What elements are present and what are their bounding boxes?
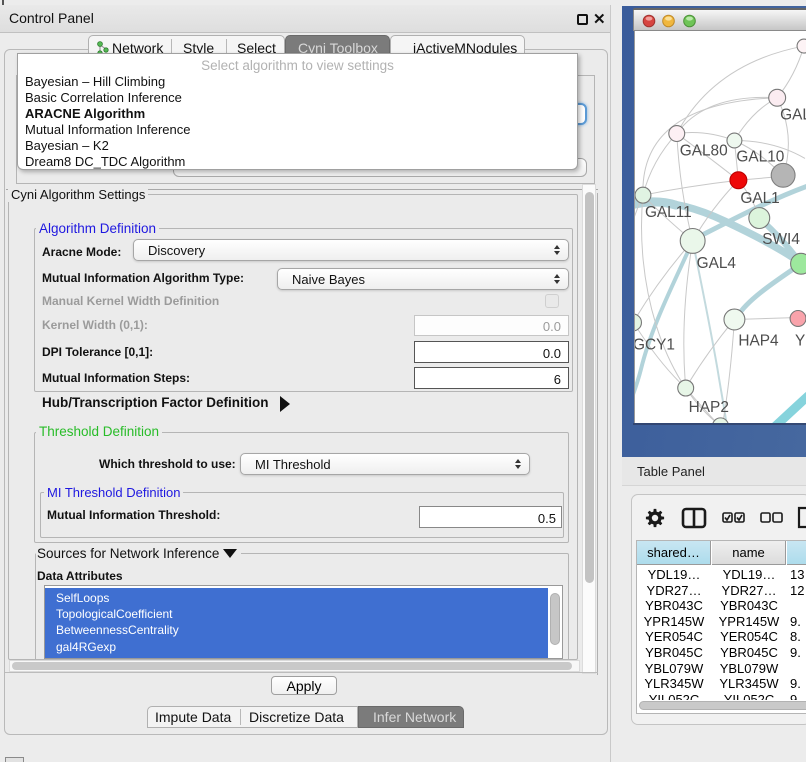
svg-text:Y: Y [795, 332, 805, 349]
svg-text:GAL11: GAL11 [645, 204, 692, 221]
svg-text:GAL10: GAL10 [736, 148, 784, 165]
svg-text:HAP4: HAP4 [738, 332, 779, 349]
svg-text:GAL4: GAL4 [697, 255, 737, 272]
svg-text:GAL: GAL [780, 107, 806, 124]
svg-text:HAP2: HAP2 [689, 399, 729, 416]
svg-text:GCY1: GCY1 [634, 336, 675, 353]
svg-text:GAL80: GAL80 [680, 142, 728, 159]
svg-text:SWI4: SWI4 [762, 231, 800, 248]
svg-text:GAL1: GAL1 [740, 190, 779, 207]
